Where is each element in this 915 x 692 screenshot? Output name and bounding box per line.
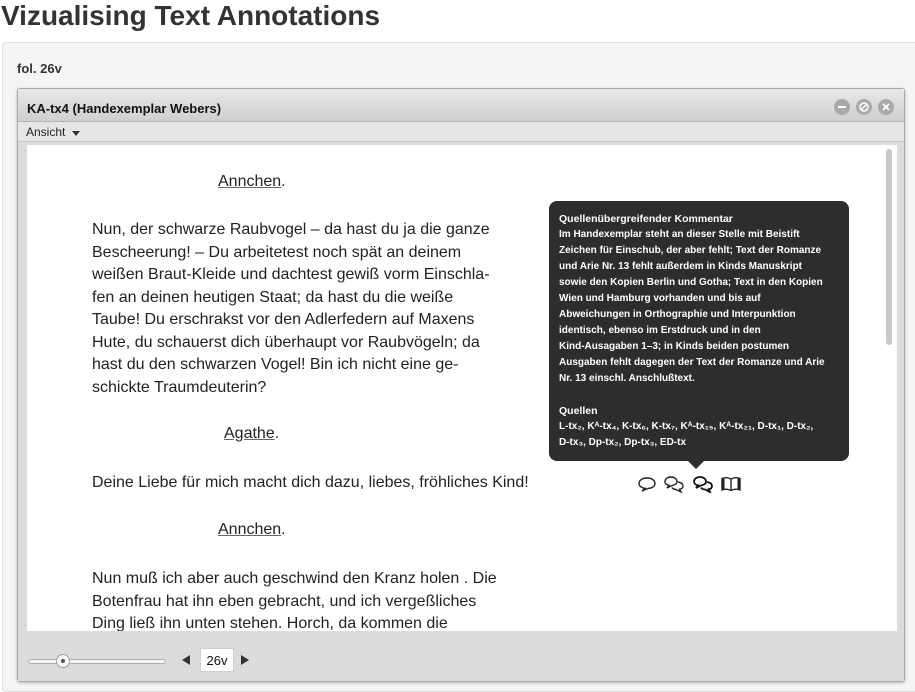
book-icon[interactable] — [720, 475, 742, 493]
speaker-punct: . — [281, 173, 286, 190]
text-content: Annchen. Nun, der schwarze Raubvogel – d… — [27, 145, 897, 631]
speaker-name[interactable]: Annchen — [218, 521, 281, 538]
text-line: Botenfrau hat ihn eben gebracht, und ich… — [92, 592, 477, 610]
page-number-input[interactable] — [200, 648, 234, 672]
viewer-window: KA-tx4 (Handexemplar Webers) Ansicht Ann… — [17, 88, 905, 682]
speaker-label: Agathe. — [224, 423, 279, 446]
page-title: Vizualising Text Annotations — [1, 0, 381, 31]
speaker-label: Annchen. — [218, 171, 286, 194]
text-line: Ding ließ ihn unten stehen. Horch, da ko… — [92, 615, 448, 631]
text-line: Taube! Du erschrakst vor den Adlerfedern… — [92, 311, 475, 328]
minimize-button[interactable] — [834, 99, 850, 115]
tooltip-line: identisch, ebenso im Erstdruck und in de… — [559, 325, 761, 336]
window-titlebar[interactable]: KA-tx4 (Handexemplar Webers) — [18, 89, 904, 122]
tooltip-line: und Arie Nr. 13 fehlt außerdem in Kinds … — [559, 261, 803, 272]
text-line: fen an deinen heutigen Staat; da hast du… — [92, 288, 454, 306]
tooltip-line: Zeichen für Einschub, der aber fehlt; Te… — [559, 245, 822, 256]
maximize-button[interactable] — [856, 99, 872, 115]
next-page-button[interactable] — [241, 655, 249, 665]
text-line: hast du den schwarzen Vogel! Bin ich nic… — [92, 356, 459, 373]
paragraph: Nun muß ich aber auch geschwind den Kran… — [92, 568, 497, 631]
tooltip-sources-heading: Quellen — [559, 405, 598, 417]
vertical-scrollbar[interactable] — [883, 145, 897, 631]
maximize-icon — [859, 102, 869, 112]
text-line: Nun muß ich aber auch geschwind den Kran… — [92, 570, 497, 587]
speaker-punct: . — [281, 521, 286, 538]
speaker-punct: . — [274, 425, 280, 442]
chevron-down-icon[interactable] — [72, 131, 80, 136]
tooltip-line: Ausgaben fehlt dagegen der Text der Roma… — [559, 357, 825, 368]
speaker-name[interactable]: Annchen — [218, 173, 281, 190]
previous-page-button[interactable] — [182, 655, 190, 665]
text-line: weißen Braut-Kleide und dachtest gewiß v… — [92, 266, 490, 283]
comments-icon[interactable] — [663, 475, 685, 494]
tooltip-sources-line: L-tx₂, Kᴬ-tx₄, K-tx₆, K-tx₇, Kᴬ-tx₁₅, Kᴬ… — [559, 421, 814, 432]
close-button[interactable] — [878, 99, 894, 115]
minus-icon — [838, 106, 846, 108]
scrollbar-thumb[interactable] — [886, 149, 892, 345]
panel-heading: fol. 26v — [17, 61, 62, 76]
comments-selected-icon[interactable] — [692, 475, 714, 495]
tooltip-line: sowie den Kopien Berlin und Gotha; Text … — [559, 277, 823, 288]
close-icon — [882, 103, 890, 111]
tooltip-heading: Quellenübergreifender Kommentar — [559, 213, 733, 225]
tooltip-line: Wien und Hamburg vorhanden und bis auf — [559, 293, 761, 304]
view-menu[interactable]: Ansicht — [26, 125, 65, 139]
tooltip-line: Abweichungen in Orthographie und Interpu… — [559, 309, 796, 320]
paragraph: Nun, der schwarze Raubvogel – da hast du… — [92, 219, 490, 399]
tooltip-line: Kind-Ausagaben 1–3; in Kinds beiden post… — [559, 341, 790, 352]
slider-handle[interactable] — [55, 654, 70, 668]
text-line: Bescheerung! – Du arbeitetest noch spät … — [92, 243, 462, 261]
window-title: KA-tx4 (Handexemplar Webers) — [27, 101, 222, 116]
text-line: Nun, der schwarze Raubvogel – da hast du… — [92, 221, 490, 238]
text-line: Hute, du schauerst dich überhaupt vor Ra… — [92, 333, 480, 351]
page-slider[interactable] — [28, 659, 166, 664]
comment-icon[interactable] — [637, 475, 657, 493]
annotation-icons — [637, 475, 744, 495]
text-line: schickte Traumdeuterin? — [92, 378, 267, 396]
tooltip-line: Im Handexemplar steht an dieser Stelle m… — [559, 229, 800, 240]
tooltip-line: Nr. 13 einschl. Anschlußtext. — [559, 373, 695, 384]
speaker-name[interactable]: Agathe — [224, 425, 275, 442]
text-line: Deine Liebe für mich macht dich dazu, li… — [92, 474, 529, 491]
page-navigation-bar — [18, 641, 904, 681]
tooltip-sources-line: D-tx₃, Dp-tx₂, Dp-tx₃, ED-tx — [559, 437, 687, 448]
paragraph: Deine Liebe für mich macht dich dazu, li… — [92, 472, 529, 495]
menubar: Ansicht — [18, 122, 904, 142]
speaker-label: Annchen. — [218, 519, 286, 542]
annotation-tooltip: Quellenübergreifender Kommentar Im Hande… — [549, 201, 849, 469]
